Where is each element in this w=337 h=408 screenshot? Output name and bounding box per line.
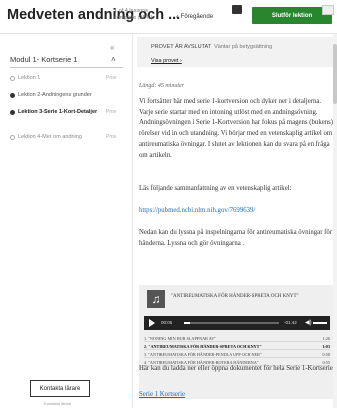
- article-intro: Läs följande sammanfattning av en vetens…: [139, 185, 292, 192]
- top-bar: Medveten andning och ... 1 of 4 lessons …: [0, 0, 337, 34]
- track-title: 2. "ANTIREUMATISKA FÖR HÄNDER-SPRETA OCH…: [144, 344, 262, 349]
- quiz-status-panel: PROVET ÄR AVSLUTAT Väntar på betygsättnin…: [137, 37, 337, 67]
- series-document-link[interactable]: Serie 1 Kortserie: [139, 391, 185, 398]
- lesson-label: Lektion 2-Andningens grunder: [18, 92, 92, 98]
- lesson-status-icon: [10, 135, 15, 140]
- chevron-right-icon: ›: [179, 58, 182, 64]
- lesson-complete-icon: [10, 93, 15, 98]
- collapse-sidebar-icon[interactable]: «: [110, 43, 114, 52]
- play-icon[interactable]: [149, 319, 155, 327]
- track-list: 1. "NONING MIN HUR SLAPPNAR AV" 1:26 2. "…: [144, 334, 330, 366]
- remaining-time: -01:42: [284, 320, 297, 325]
- avatar[interactable]: [232, 5, 242, 14]
- lesson-label: Lektion 1: [18, 75, 41, 81]
- track-item[interactable]: 2. "ANTIREUMATISKA FÖR HÄNDER-SPRETA OCH…: [144, 342, 330, 350]
- quiz-status: PROVET ÄR AVSLUTAT Väntar på betygsättnin…: [151, 44, 272, 50]
- track-duration: 1:26: [322, 336, 330, 341]
- contact-teacher-button[interactable]: Kontakta lärare: [30, 380, 90, 397]
- view-test-label: Visa provet: [151, 58, 179, 64]
- finish-lesson-label: Slutför lektion: [271, 12, 313, 19]
- intro-paragraph: Vi fortsätter här med serie 1-kortversio…: [139, 98, 334, 159]
- lesson-status-icon: [10, 76, 15, 81]
- preview-badge: Prov: [106, 134, 117, 140]
- download-intro: Här kan du ladda ner eller öppna dokumen…: [139, 365, 333, 372]
- scrollbar[interactable]: [333, 34, 337, 408]
- lesson-duration: Längd: 45 minuter: [139, 83, 184, 89]
- audio-title: "ANTIREUMATISKA FÖR HÄNDER-SPRETA OCH KN…: [171, 294, 299, 299]
- track-duration: 0:58: [322, 352, 330, 357]
- lesson-content: PROVET ÄR AVSLUTAT Väntar på betygsättnin…: [133, 34, 337, 408]
- finish-lesson-button[interactable]: Slutför lektion: [252, 5, 334, 24]
- current-time: 00:05: [161, 320, 173, 325]
- track-duration: 1:03: [322, 344, 330, 349]
- track-item[interactable]: 1. "NONING MIN HUR SLAPPNAR AV" 1:26: [144, 334, 330, 342]
- lesson-label: Lektion 3-Serie 1-Kort-Detaljer: [18, 109, 98, 115]
- track-title: 1. "NONING MIN HUR SLAPPNAR AV": [144, 336, 216, 341]
- music-note-icon: ♫: [147, 290, 165, 308]
- lesson-complete-icon: [10, 110, 15, 115]
- contact-teacher-caption: Kontakta lärare: [44, 401, 72, 406]
- volume-icon[interactable]: ◀): [305, 319, 312, 326]
- chat-thumbnail-icon[interactable]: [322, 5, 334, 15]
- audio-player: 00:05 -01:42 ◀): [144, 316, 330, 330]
- audio-player-card: ♫ "ANTIREUMATISKA FÖR HÄNDER-SPRETA OCH …: [139, 285, 334, 399]
- seek-bar[interactable]: [184, 322, 279, 324]
- preview-badge: Prov: [106, 75, 117, 81]
- audio-intro: Nedan kan du lyssna på inspelningarna fö…: [139, 229, 333, 247]
- chevron-up-icon[interactable]: ˄: [111, 55, 116, 64]
- view-test-link[interactable]: Visa provet ›: [151, 58, 182, 64]
- module-divider: [10, 67, 123, 68]
- seek-bar-fill: [184, 322, 190, 324]
- chevron-left-icon: ‹: [176, 12, 179, 21]
- preview-badge: Prov: [106, 109, 117, 115]
- volume-slider[interactable]: [313, 322, 327, 324]
- article-link[interactable]: https://pubmed.ncbi.nlm.nih.gov/7699639/: [139, 206, 336, 217]
- sidebar: « Modul 1- Kortserie 1 ˄ Lektion 1 Prov …: [0, 34, 133, 408]
- previous-label: Föregående: [180, 14, 214, 20]
- quiz-status-label: PROVET ÄR AVSLUTAT: [151, 44, 212, 50]
- track-title: 3. "ANTIREUMATISKA FÖR HÄNDER-PENDLA UPP…: [144, 352, 262, 357]
- lesson-progress: 1 of 4 lessons complete (25%): [114, 8, 153, 21]
- lesson-label: Lektion 4-Mer om andning: [18, 134, 82, 140]
- previous-button[interactable]: ‹ Föregående: [176, 12, 213, 21]
- quiz-status-note: Väntar på betygsättning: [214, 44, 273, 50]
- scrollbar-thumb[interactable]: [333, 44, 337, 104]
- module-title[interactable]: Modul 1- Kortserie 1: [10, 55, 78, 64]
- track-item[interactable]: 3. "ANTIREUMATISKA FÖR HÄNDER-PENDLA UPP…: [144, 350, 330, 358]
